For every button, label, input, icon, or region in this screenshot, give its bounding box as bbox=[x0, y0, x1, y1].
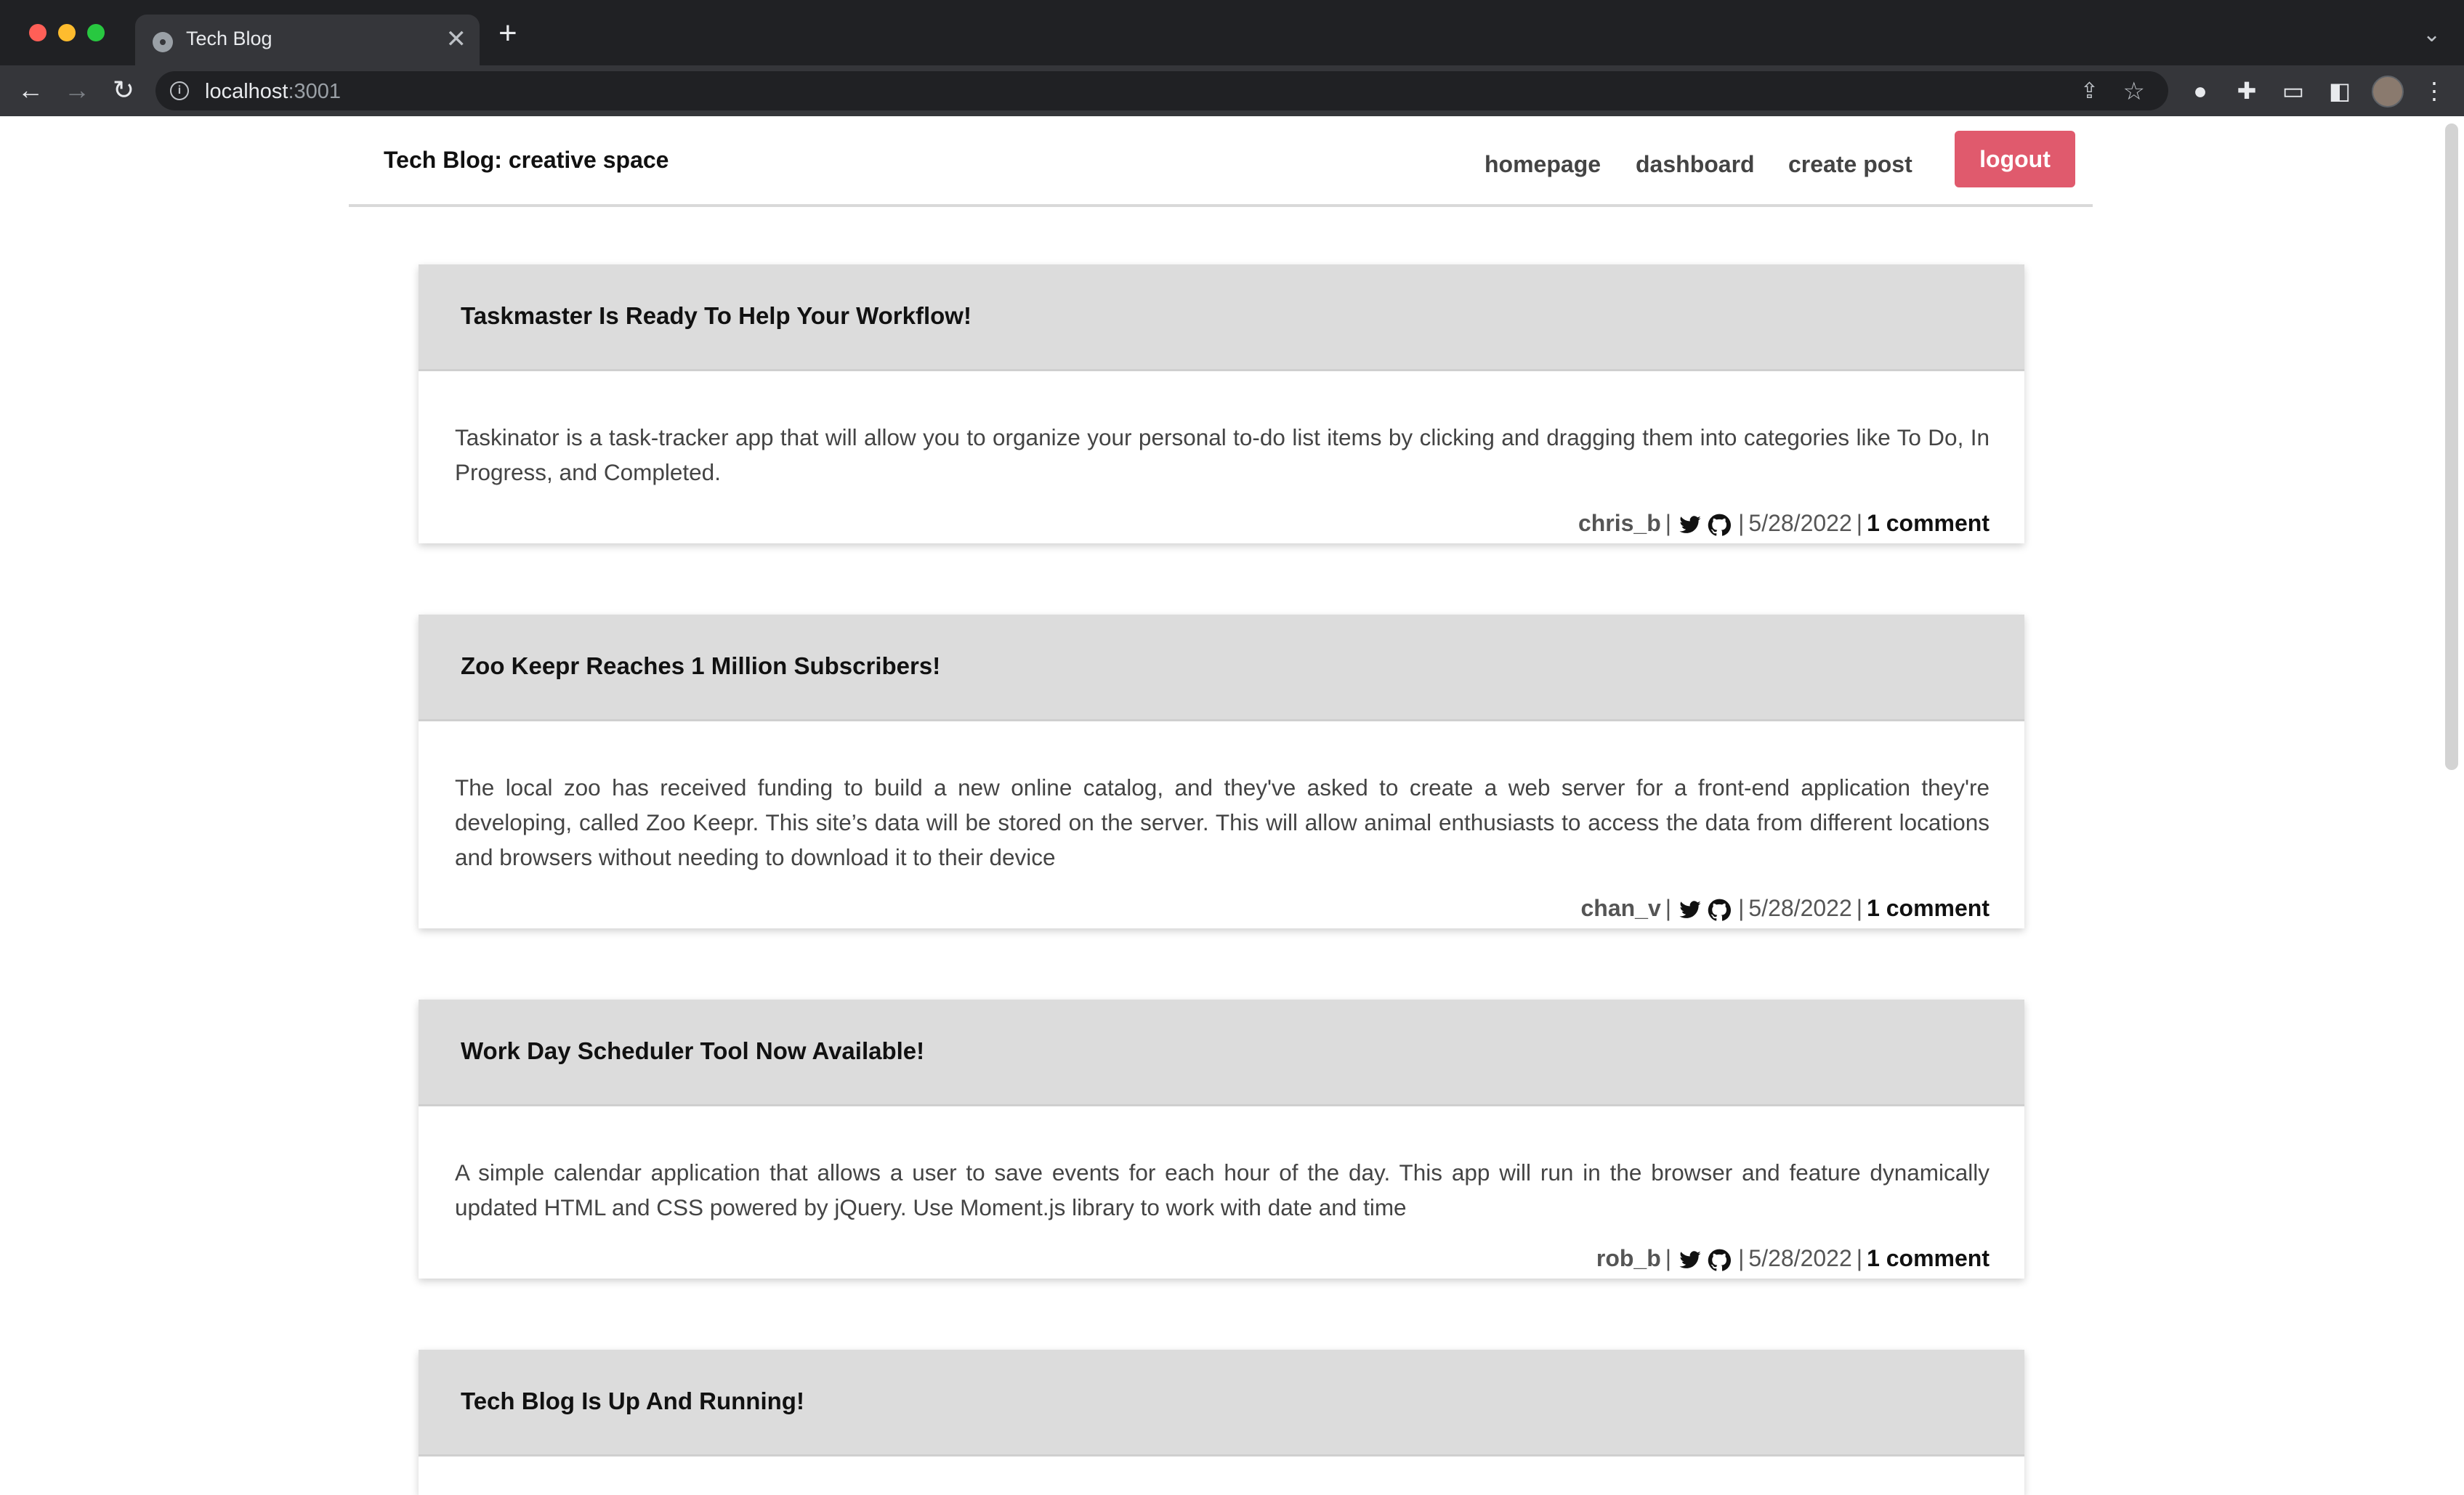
side-panel-icon[interactable]: ◧ bbox=[2327, 78, 2352, 103]
share-icon[interactable]: ⇪ bbox=[2080, 78, 2099, 104]
puzzle-icon[interactable]: ✚ bbox=[2234, 78, 2259, 103]
address-bar[interactable]: i localhost:3001 ⇪ ☆ bbox=[155, 71, 2168, 110]
forward-arrow-icon[interactable]: → bbox=[61, 74, 93, 106]
bookmark-star-icon[interactable]: ☆ bbox=[2123, 77, 2145, 106]
post-card: Zoo Keepr Reaches 1 Million Subscribers!… bbox=[419, 615, 2024, 928]
post-date: 5/28/2022 bbox=[1748, 895, 1852, 921]
extension-circle-icon[interactable]: ● bbox=[2188, 78, 2213, 103]
meta-separator: | bbox=[1738, 895, 1745, 921]
browser-toolbar: ← → ↻ i localhost:3001 ⇪ ☆ ● ✚ ▭ ◧ ⋮ bbox=[0, 65, 2464, 116]
browser-tab[interactable]: Tech Blog ✕ bbox=[135, 15, 480, 65]
github-icon[interactable] bbox=[1708, 1249, 1732, 1272]
new-tab-button[interactable]: + bbox=[498, 17, 517, 49]
post-title[interactable]: Tech Blog Is Up And Running! bbox=[461, 1387, 804, 1415]
close-window-button[interactable] bbox=[29, 24, 47, 41]
post-meta: rob_b | | 5/28/2022 | 1 comment bbox=[1596, 1241, 1990, 1276]
minimize-window-button[interactable] bbox=[58, 24, 76, 41]
cast-icon[interactable]: ▭ bbox=[2281, 78, 2306, 103]
post-title[interactable]: Taskmaster Is Ready To Help Your Workflo… bbox=[461, 302, 972, 330]
site-header: Tech Blog: creative space homepage dashb… bbox=[349, 116, 2093, 207]
post-card: Tech Blog Is Up And Running! bbox=[419, 1350, 2024, 1495]
twitter-icon[interactable] bbox=[1679, 1249, 1702, 1272]
meta-separator: | bbox=[1856, 510, 1863, 536]
post-date: 5/28/2022 bbox=[1748, 1245, 1852, 1271]
post-title[interactable]: Work Day Scheduler Tool Now Available! bbox=[461, 1037, 924, 1065]
reload-icon[interactable]: ↻ bbox=[108, 74, 140, 106]
more-menu-icon[interactable]: ⋮ bbox=[2422, 78, 2447, 103]
github-icon[interactable] bbox=[1708, 514, 1732, 537]
url-text[interactable]: localhost:3001 bbox=[205, 80, 341, 104]
post-body: The local zoo has received funding to bu… bbox=[455, 774, 1990, 870]
post-card: Work Day Scheduler Tool Now Available! A… bbox=[419, 1000, 2024, 1279]
github-icon[interactable] bbox=[1708, 899, 1732, 922]
post-comments-link[interactable]: 1 comment bbox=[1867, 895, 1990, 921]
logout-button[interactable]: logout bbox=[1955, 131, 2075, 187]
scrollbar[interactable] bbox=[2445, 123, 2458, 770]
meta-separator: | bbox=[1665, 895, 1672, 921]
page-content: Tech Blog: creative space homepage dashb… bbox=[0, 116, 2464, 1495]
post-date: 5/28/2022 bbox=[1748, 510, 1852, 536]
meta-separator: | bbox=[1738, 510, 1745, 536]
post-author: chan_v bbox=[1580, 895, 1661, 921]
post-author: chris_b bbox=[1578, 510, 1661, 536]
twitter-icon[interactable] bbox=[1679, 514, 1702, 537]
site-title: Tech Blog: creative space bbox=[384, 147, 669, 173]
post-title[interactable]: Zoo Keepr Reaches 1 Million Subscribers! bbox=[461, 652, 940, 680]
url-port: :3001 bbox=[288, 80, 342, 103]
nav-homepage-link[interactable]: homepage bbox=[1485, 151, 1601, 178]
tab-title: Tech Blog bbox=[186, 28, 272, 49]
post-meta: chan_v | | 5/28/2022 | 1 comment bbox=[1580, 891, 1990, 925]
tab-search-chevron-icon[interactable]: ⌄ bbox=[2423, 22, 2441, 47]
nav-dashboard-link[interactable]: dashboard bbox=[1636, 151, 1755, 178]
url-host: localhost bbox=[205, 80, 288, 103]
back-arrow-icon[interactable]: ← bbox=[15, 74, 47, 106]
post-header[interactable]: Taskmaster Is Ready To Help Your Workflo… bbox=[419, 264, 2024, 371]
profile-avatar[interactable] bbox=[2372, 76, 2404, 108]
globe-icon bbox=[153, 32, 173, 52]
post-card: Taskmaster Is Ready To Help Your Workflo… bbox=[419, 264, 2024, 543]
meta-separator: | bbox=[1665, 510, 1672, 536]
meta-separator: | bbox=[1665, 1245, 1672, 1271]
nav-create-post-link[interactable]: create post bbox=[1788, 151, 1912, 178]
meta-separator: | bbox=[1856, 1245, 1863, 1271]
maximize-window-button[interactable] bbox=[87, 24, 105, 41]
post-author: rob_b bbox=[1596, 1245, 1661, 1271]
info-icon[interactable]: i bbox=[170, 81, 189, 100]
post-comments-link[interactable]: 1 comment bbox=[1867, 1245, 1990, 1271]
post-header[interactable]: Zoo Keepr Reaches 1 Million Subscribers! bbox=[419, 615, 2024, 721]
post-comments-link[interactable]: 1 comment bbox=[1867, 510, 1990, 536]
post-header[interactable]: Work Day Scheduler Tool Now Available! bbox=[419, 1000, 2024, 1106]
twitter-icon[interactable] bbox=[1679, 899, 1702, 922]
post-body: Taskinator is a task-tracker app that wi… bbox=[455, 424, 1990, 485]
post-meta: chris_b | | 5/28/2022 | 1 comment bbox=[1578, 506, 1990, 540]
meta-separator: | bbox=[1856, 895, 1863, 921]
meta-separator: | bbox=[1738, 1245, 1745, 1271]
post-body: A simple calendar application that allow… bbox=[455, 1159, 1990, 1220]
post-header[interactable]: Tech Blog Is Up And Running! bbox=[419, 1350, 2024, 1456]
tab-close-icon[interactable]: ✕ bbox=[446, 25, 467, 54]
browser-tab-bar: Tech Blog ✕ + ⌄ bbox=[0, 0, 2464, 65]
